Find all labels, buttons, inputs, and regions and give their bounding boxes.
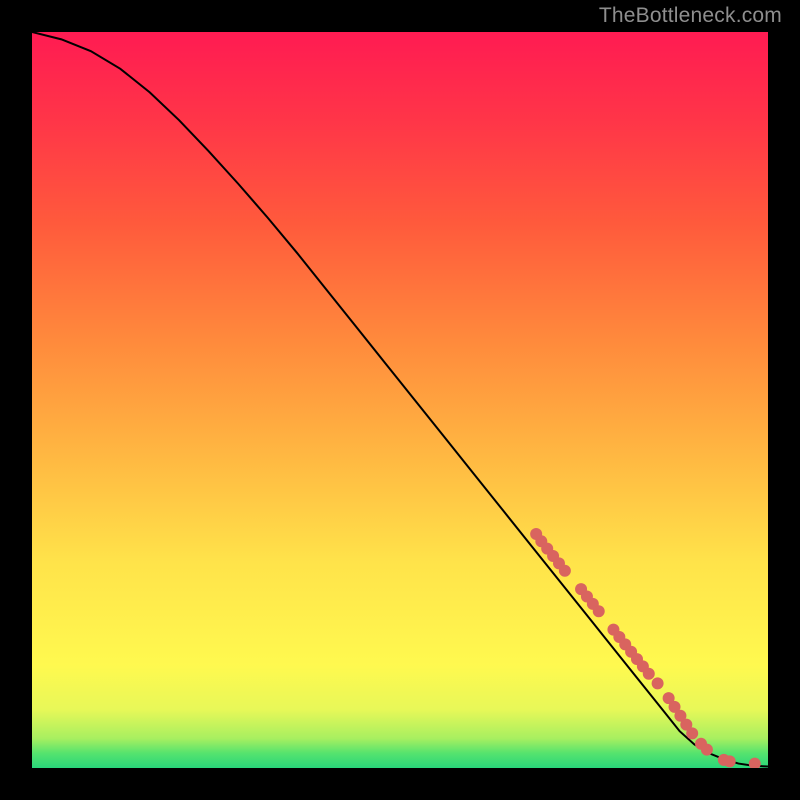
gradient-background xyxy=(32,32,768,768)
scatter-point xyxy=(724,755,736,767)
scatter-point xyxy=(593,605,605,617)
chart-svg xyxy=(32,32,768,768)
scatter-point xyxy=(701,744,713,756)
scatter-point xyxy=(643,668,655,680)
scatter-point xyxy=(686,727,698,739)
scatter-point xyxy=(559,565,571,577)
watermark-text: TheBottleneck.com xyxy=(599,4,782,28)
plot-area xyxy=(32,32,768,768)
scatter-point xyxy=(652,677,664,689)
chart-frame: TheBottleneck.com xyxy=(0,0,800,800)
